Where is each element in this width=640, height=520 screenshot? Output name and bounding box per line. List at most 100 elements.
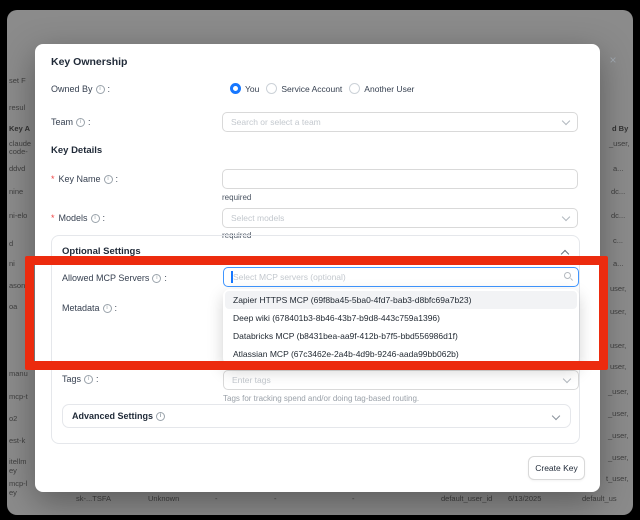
allowed-mcp-input[interactable] (223, 267, 579, 287)
radio-label: You (245, 84, 259, 94)
close-icon[interactable]: × (605, 52, 621, 68)
background-table-text: _user, (609, 139, 629, 148)
background-table-text: - (274, 494, 277, 503)
background-table-text: manu (9, 369, 28, 378)
background-table-text: user, (610, 362, 626, 371)
background-table-text: - (352, 494, 355, 503)
background-table-text: _user, (608, 431, 628, 440)
text-cursor (231, 271, 233, 283)
background-table-text: Unknown (148, 494, 179, 503)
models-label: *Modelsi: (51, 213, 105, 224)
modal-title: Key Ownership (51, 56, 127, 68)
info-icon: i (76, 118, 85, 127)
background-table-text: ddvd (9, 164, 25, 173)
background-table-text: _user, (608, 387, 628, 396)
background-table-text: set F (9, 76, 26, 85)
info-icon: i (96, 85, 105, 94)
required-mark: * (51, 174, 55, 185)
background-table-text: - (215, 494, 218, 503)
chevron-down-icon (552, 412, 560, 420)
background-table-text: nine (9, 187, 23, 196)
tags-helper-text: Tags for tracking spend and/or doing tag… (223, 394, 419, 403)
info-icon: i (84, 375, 93, 384)
radio-option[interactable]: Another User (349, 83, 414, 94)
radio-icon[interactable] (349, 83, 360, 94)
background-table-text: code- (9, 147, 28, 156)
background-table-text: default_user_id (441, 494, 492, 503)
search-icon (564, 272, 574, 282)
radio-option[interactable]: Service Account (266, 83, 342, 94)
background-table-text: ason2 (9, 281, 29, 290)
create-key-button[interactable]: Create Key (528, 456, 585, 480)
advanced-settings-panel[interactable]: Advanced Settingsi (62, 404, 571, 428)
background-table-text: d (9, 239, 13, 248)
info-icon: i (104, 175, 113, 184)
background-table-text: itellm (9, 457, 27, 466)
advanced-settings-heading: Advanced Settingsi (72, 411, 165, 421)
background-table-text: resul (9, 103, 25, 112)
info-icon: i (91, 214, 100, 223)
team-label: Teami: (51, 117, 91, 128)
chevron-up-icon[interactable] (561, 250, 569, 258)
mcp-server-dropdown: Zapier HTTPS MCP (69f8ba45-5ba0-4fd7-bab… (223, 289, 579, 365)
background-table-text: a... (613, 164, 623, 173)
background-table-text: ni-elo (9, 211, 27, 220)
background-table-text: ni (9, 259, 15, 268)
background-table-text: mcp-l (9, 479, 27, 488)
background-table-text: dc... (611, 187, 625, 196)
tags-placeholder: Enter tags (232, 375, 564, 385)
info-icon: i (156, 412, 165, 421)
background-table-text: t_user, (606, 474, 629, 483)
background-table-text: default_us (582, 494, 617, 503)
background-table-text: user, (610, 341, 626, 350)
team-select[interactable]: Search or select a team (222, 112, 578, 132)
tags-select[interactable]: Enter tags (223, 370, 579, 390)
info-icon: i (152, 274, 161, 283)
optional-settings-panel: Optional Settings Allowed MCP Serversi: … (51, 235, 580, 444)
background-table-text: dc... (611, 211, 625, 220)
background-table-text: o2 (9, 414, 17, 423)
team-placeholder: Search or select a team (231, 117, 563, 127)
key-name-input[interactable] (222, 169, 578, 189)
key-ownership-modal: Key Ownership × Owned Byi: You Service A… (35, 44, 600, 492)
background-table-text: user, (610, 307, 626, 316)
radio-label: Service Account (281, 84, 342, 94)
mcp-server-option[interactable]: Atlassian MCP (67c3462e-2a4b-4d9b-9246-a… (225, 345, 577, 363)
background-table-text: Key A (9, 124, 30, 133)
optional-settings-heading[interactable]: Optional Settings (62, 246, 141, 257)
background-table-text: ey (9, 466, 17, 475)
radio-option[interactable]: You (230, 83, 259, 94)
required-mark: * (51, 213, 55, 224)
models-placeholder: Select models (231, 213, 563, 223)
owned-by-radio-group: You Service Account Another User (230, 83, 414, 94)
background-table-text: oa (9, 302, 17, 311)
metadata-label: Metadatai: (62, 303, 117, 314)
background-table-text: 6/13/2025 (508, 494, 541, 503)
background-table-text: d By (612, 124, 628, 133)
models-select[interactable]: Select models (222, 208, 578, 228)
radio-label: Another User (364, 84, 414, 94)
owned-by-label: Owned Byi: (51, 84, 110, 95)
background-table-text: a... (613, 259, 623, 268)
mcp-server-option[interactable]: Databricks MCP (b8431bea-aa9f-412b-b7f5-… (225, 327, 577, 345)
background-table-text: _user, (608, 453, 628, 462)
tags-label: Tagsi: (62, 374, 99, 385)
info-icon: i (103, 304, 112, 313)
chevron-down-icon (562, 212, 570, 220)
radio-icon[interactable] (230, 83, 241, 94)
background-table-text: c... (613, 236, 623, 245)
background-table-text: est-k (9, 436, 25, 445)
key-name-label: *Key Namei: (51, 174, 118, 185)
background-table-text: mcp-t (9, 392, 28, 401)
mcp-server-option[interactable]: Deep wiki (678401b3-8b46-43b7-b9d8-443c7… (225, 309, 577, 327)
key-details-heading: Key Details (51, 145, 102, 156)
mcp-server-option[interactable]: Zapier HTTPS MCP (69f8ba45-5ba0-4fd7-bab… (225, 291, 577, 309)
background-table-text: _user, (608, 409, 628, 418)
key-name-required-hint: required (222, 193, 251, 202)
radio-icon[interactable] (266, 83, 277, 94)
background-table-text: sk-...TSFA (76, 494, 111, 503)
allowed-mcp-label: Allowed MCP Serversi: (62, 273, 167, 284)
chevron-down-icon (562, 116, 570, 124)
background-table-text: user, (610, 284, 626, 293)
chevron-down-icon (563, 374, 571, 382)
